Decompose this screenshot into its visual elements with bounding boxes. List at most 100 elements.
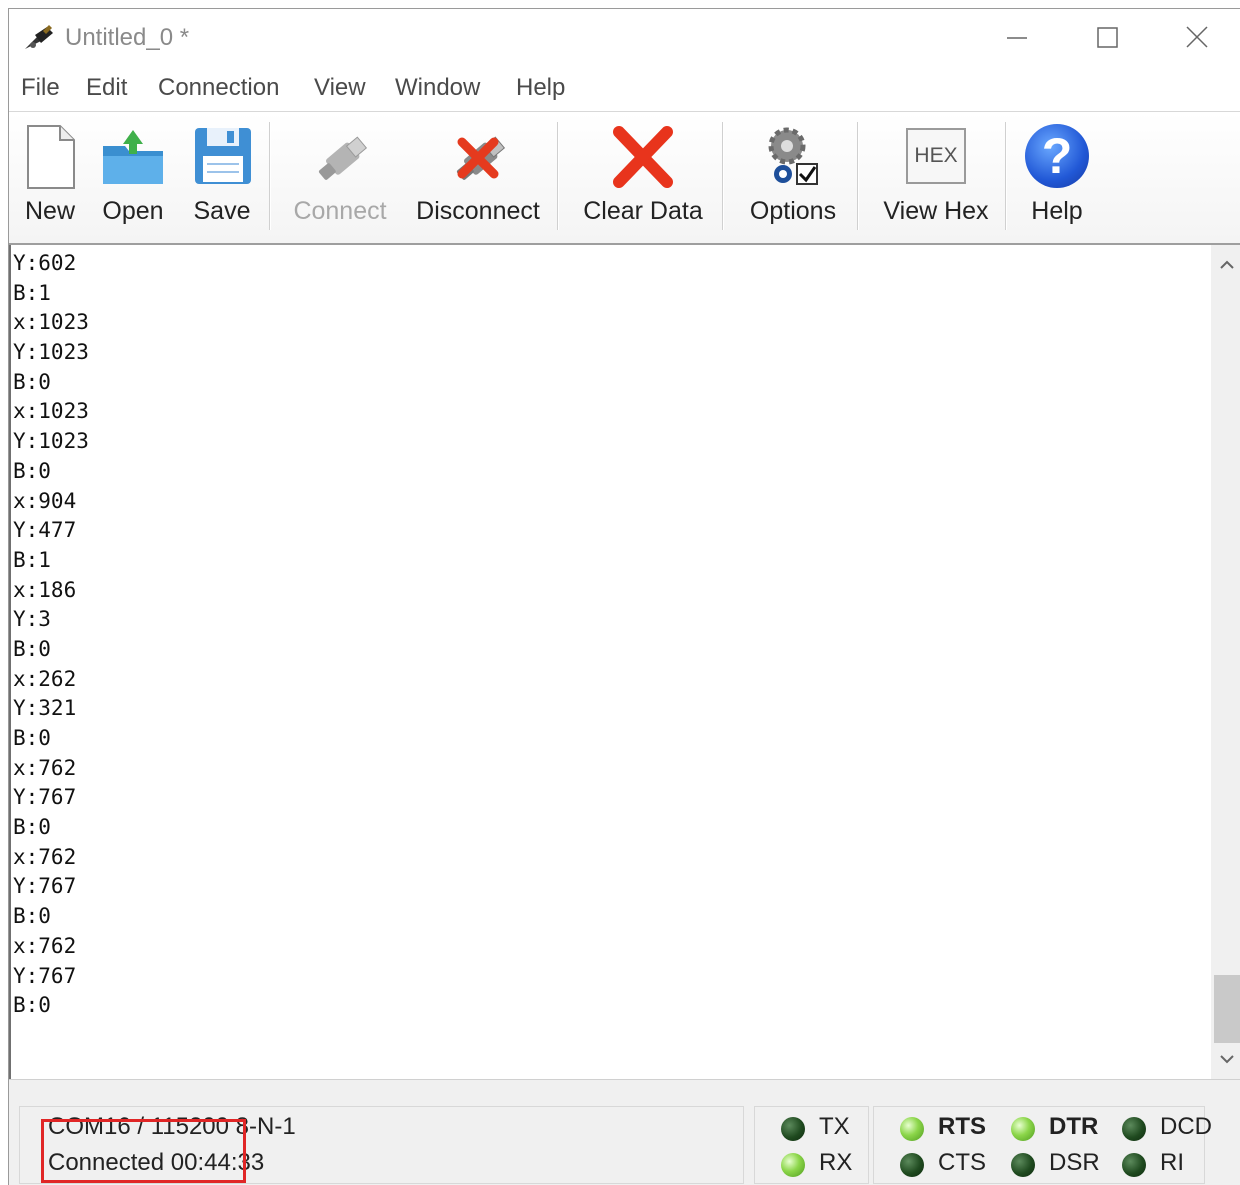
ri-label: RI xyxy=(1160,1149,1184,1176)
terminal-line: Y:3 xyxy=(13,607,51,632)
terminal-line: Y:602 xyxy=(13,251,77,275)
menu-file[interactable]: File xyxy=(21,74,60,102)
terminal-line: Y:477 xyxy=(13,518,77,543)
new-button[interactable]: New xyxy=(15,120,85,230)
menu-help[interactable]: Help xyxy=(516,74,565,102)
terminal-line: Y:1023 xyxy=(13,429,89,454)
toolbar-separator xyxy=(557,122,559,230)
help-label: Help xyxy=(1031,197,1083,225)
cts-led-icon xyxy=(900,1153,924,1177)
terminal-line: B:0 xyxy=(13,726,51,750)
connection-status-panel: COM16 / 115200 8-N-1 Connected 00:44:33 xyxy=(19,1106,744,1184)
menu-edit[interactable]: Edit xyxy=(86,74,127,102)
toolbar: New Open Save Connect Disconnect Clear D… xyxy=(9,111,1240,245)
dcd-led-icon xyxy=(1122,1117,1146,1141)
help-glyph: ? xyxy=(1041,128,1073,184)
disconnect-label: Disconnect xyxy=(416,197,540,225)
save-floppy-icon xyxy=(195,128,251,184)
new-file-icon xyxy=(27,125,75,189)
terminal-line: B:0 xyxy=(13,636,51,661)
menu-bar: File Edit Connection View Window Help xyxy=(9,69,1240,109)
ri-led-icon xyxy=(1122,1153,1146,1177)
hex-icon: HEX xyxy=(906,128,966,184)
scrollbar-thumb[interactable] xyxy=(1214,975,1240,1043)
terminal-line: Y:767 xyxy=(13,785,77,810)
terminal-lines: Y:602 B:1 x:1023 Y:1023 B:0 x:1023 Y:102… xyxy=(13,249,89,1021)
terminal-line: x:762 xyxy=(13,844,77,869)
menu-connection[interactable]: Connection xyxy=(158,74,279,102)
signal-lines-panel: RTS CTS DTR DSR DCD RI xyxy=(873,1106,1212,1184)
options-gears-icon xyxy=(768,127,818,185)
terminal-line: x:762 xyxy=(13,933,77,958)
minimize-icon[interactable] xyxy=(994,19,1040,55)
connect-button[interactable]: Connect xyxy=(289,120,391,230)
terminal-line: Y:767 xyxy=(13,874,77,899)
terminal-line: B:0 xyxy=(13,369,51,394)
tx-label: TX xyxy=(819,1113,850,1140)
terminal-line: x:186 xyxy=(13,577,77,602)
terminal-line: x:1023 xyxy=(13,399,89,424)
terminal-line: x:762 xyxy=(13,755,77,780)
open-folder-icon xyxy=(103,130,163,184)
usb-disconnect-icon xyxy=(456,136,506,180)
window-title: Untitled_0 * xyxy=(65,24,190,51)
toolbar-separator xyxy=(857,122,859,230)
save-button[interactable]: Save xyxy=(187,120,257,230)
dtr-led-icon xyxy=(1011,1117,1035,1141)
close-icon[interactable] xyxy=(1174,19,1220,55)
terminal-line: B:0 xyxy=(13,904,51,929)
dsr-label: DSR xyxy=(1049,1149,1100,1176)
highlight-annotation xyxy=(41,1119,246,1183)
terminal-line: Y:767 xyxy=(13,963,77,988)
help-button[interactable]: ? Help xyxy=(1021,120,1093,230)
terminal-line: x:1023 xyxy=(13,310,89,335)
dtr-label: DTR xyxy=(1049,1113,1099,1140)
toolbar-separator xyxy=(269,122,271,230)
clear-x-icon xyxy=(613,126,673,188)
dcd-label: DCD xyxy=(1160,1113,1212,1140)
terminal-line: B:0 xyxy=(13,458,51,483)
rts-led-icon xyxy=(900,1117,924,1141)
usb-connect-icon xyxy=(318,136,368,180)
rts-label: RTS xyxy=(938,1113,986,1140)
open-button[interactable]: Open xyxy=(97,120,169,230)
terminal-line: B:0 xyxy=(13,993,51,1018)
title-bar: Untitled_0 * xyxy=(9,9,1240,65)
tx-led-icon xyxy=(781,1117,805,1141)
rx-led-icon xyxy=(781,1153,805,1177)
dsr-led-icon xyxy=(1011,1153,1035,1177)
terminal-line: x:262 xyxy=(13,666,77,691)
options-label: Options xyxy=(749,197,837,225)
clear-data-button[interactable]: Clear Data xyxy=(577,120,709,230)
terminal-line: x:904 xyxy=(13,488,77,513)
terminal-line: B:0 xyxy=(13,815,51,840)
help-question-icon: ? xyxy=(1025,124,1089,188)
disconnect-button[interactable]: Disconnect xyxy=(413,120,543,230)
terminal-output[interactable]: Y:602 B:1 x:1023 Y:1023 B:0 x:1023 Y:102… xyxy=(9,245,1240,1079)
hex-badge-text: HEX xyxy=(914,144,958,167)
view-hex-button[interactable]: HEX View Hex xyxy=(875,120,997,230)
tx-rx-panel: TX RX xyxy=(754,1106,869,1184)
connect-label: Connect xyxy=(293,197,387,225)
status-bar: COM16 / 115200 8-N-1 Connected 00:44:33 … xyxy=(9,1079,1240,1185)
menu-window[interactable]: Window xyxy=(395,74,480,102)
clear-data-label: Clear Data xyxy=(583,197,703,225)
terminal-line: Y:321 xyxy=(13,696,77,721)
rx-label: RX xyxy=(819,1149,853,1176)
toolbar-separator xyxy=(722,122,724,230)
scroll-up-icon[interactable] xyxy=(1211,249,1240,281)
save-label: Save xyxy=(193,197,251,225)
open-label: Open xyxy=(102,197,164,225)
vertical-scrollbar[interactable] xyxy=(1211,245,1240,1079)
view-hex-label: View Hex xyxy=(883,197,989,225)
terminal-line: B:1 xyxy=(13,280,51,305)
app-logo-icon xyxy=(25,25,53,49)
terminal-line: Y:1023 xyxy=(13,340,89,365)
maximize-icon[interactable] xyxy=(1085,19,1131,55)
new-label: New xyxy=(24,197,75,225)
options-button[interactable]: Options xyxy=(741,120,845,230)
menu-view[interactable]: View xyxy=(314,74,366,102)
app-window: Untitled_0 * File Edit Connection View W… xyxy=(8,8,1240,1185)
scroll-down-icon[interactable] xyxy=(1211,1043,1240,1075)
cts-label: CTS xyxy=(938,1149,986,1176)
